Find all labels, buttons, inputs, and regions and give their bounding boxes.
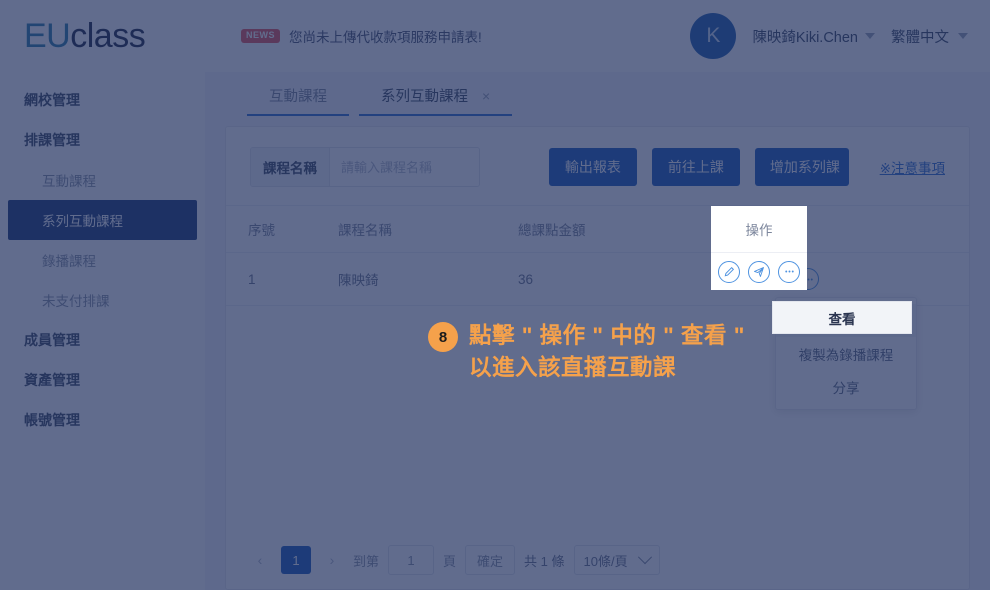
sidebar-item-school-management[interactable]: 網校管理 xyxy=(0,80,205,120)
table-head: 序號 課程名稱 總課點金額 操作 xyxy=(226,205,969,253)
page-size-label: 10條/頁 xyxy=(583,553,628,569)
sidebar-item-label: 成員管理 xyxy=(24,332,80,348)
page-unit-label: 頁 xyxy=(443,553,457,569)
table-header-row: 序號 課程名稱 總課點金額 操作 xyxy=(226,205,969,253)
edit-pencil-icon[interactable] xyxy=(718,260,740,283)
tab-bar: 互動課程 系列互動課程 × xyxy=(225,72,970,116)
news-banner[interactable]: NEWS 您尚未上傳代收款項服務申請表! xyxy=(241,26,482,46)
tab-interactive-course[interactable]: 互動課程 xyxy=(247,85,349,116)
sidebar-item-asset-management[interactable]: 資產管理 xyxy=(0,360,205,400)
chevron-down-icon xyxy=(958,33,968,39)
spotlight-operation-column[interactable]: 操作 xyxy=(711,206,807,290)
user-menu[interactable]: 陳映錡Kiki.Chen xyxy=(752,26,875,47)
tutorial-annotation: 8 點擊 " 操作 " 中的 " 查看 " 以進入該直播互動課 xyxy=(428,320,745,384)
sidebar-item-recorded-course[interactable]: 錄播課程 xyxy=(0,240,205,280)
user-name-label: 陳映錡Kiki.Chen xyxy=(752,29,858,46)
export-report-button[interactable]: 輸出報表 xyxy=(548,148,637,186)
search-input[interactable] xyxy=(330,148,479,186)
sidebar-item-label: 排課管理 xyxy=(24,132,80,148)
menu-item-share[interactable]: 分享 xyxy=(776,370,916,403)
column-header-course-name: 課程名稱 xyxy=(338,205,518,253)
topbar: NEWS 您尚未上傳代收款項服務申請表! K 陳映錡Kiki.Chen 繁體中文 xyxy=(205,0,990,72)
tab-series-interactive-course[interactable]: 系列互動課程 × xyxy=(359,85,513,116)
application: EUclass 網校管理 排課管理 互動課程 系列互動課程 錄播課程 未支付排課… xyxy=(0,0,990,590)
menu-item-copy-to-recorded[interactable]: 複製為錄播課程 xyxy=(776,337,916,370)
language-label: 繁體中文 xyxy=(891,29,949,46)
sidebar-item-label: 錄播課程 xyxy=(42,254,96,269)
column-header-total-points: 總課點金額 xyxy=(518,205,728,253)
course-name-field: 課程名稱 xyxy=(250,147,480,187)
column-header-no: 序號 xyxy=(226,205,338,253)
spotlight-operation-icons xyxy=(711,253,807,290)
sidebar-item-series-interactive-course[interactable]: 系列互動課程 xyxy=(8,200,197,240)
cell-course-name: 陳映錡 xyxy=(338,252,518,306)
sidebar-item-label: 系列互動課程 xyxy=(42,214,123,229)
topbar-right: K 陳映錡Kiki.Chen 繁體中文 xyxy=(690,13,968,59)
cell-total-points: 36 xyxy=(518,252,728,306)
send-paper-plane-icon[interactable] xyxy=(748,260,770,283)
jump-page-input[interactable]: 1 xyxy=(388,545,435,575)
spotlight-operation-header: 操作 xyxy=(711,206,807,253)
step-badge: 8 xyxy=(428,322,458,352)
news-badge: NEWS xyxy=(241,29,280,43)
go-to-class-button[interactable]: 前往上課 xyxy=(651,148,740,186)
next-page-button[interactable]: › xyxy=(320,547,344,573)
jump-to-label: 到第 xyxy=(353,553,380,569)
sidebar-item-label: 互動課程 xyxy=(42,174,96,189)
app-logo[interactable]: EUclass xyxy=(0,0,205,72)
page-number-1[interactable]: 1 xyxy=(281,546,311,574)
page-size-select[interactable]: 10條/頁 xyxy=(573,545,660,575)
language-selector[interactable]: 繁體中文 xyxy=(891,26,968,47)
confirm-jump-button[interactable]: 確定 xyxy=(465,545,516,575)
filter-toolbar: 課程名稱 輸出報表 前往上課 增加系列課 ※注意事項 xyxy=(226,127,969,187)
close-icon[interactable]: × xyxy=(482,89,490,103)
sidebar-item-account-management[interactable]: 帳號管理 xyxy=(0,400,205,440)
sidebar-item-interactive-course[interactable]: 互動課程 xyxy=(0,160,205,200)
more-ellipsis-icon[interactable] xyxy=(778,260,800,283)
annotation-text: 點擊 " 操作 " 中的 " 查看 " 以進入該直播互動課 xyxy=(469,323,745,380)
avatar-initial: K xyxy=(706,24,721,47)
cell-no: 1 xyxy=(226,252,338,306)
sidebar-item-label: 帳號管理 xyxy=(24,412,80,428)
chevron-down-icon xyxy=(637,550,652,565)
sidebar-item-member-management[interactable]: 成員管理 xyxy=(0,320,205,360)
sidebar: EUclass 網校管理 排課管理 互動課程 系列互動課程 錄播課程 未支付排課… xyxy=(0,0,206,590)
news-text: 您尚未上傳代收款項服務申請表! xyxy=(289,30,482,45)
spotlight-view-menu-item[interactable]: 查看 xyxy=(772,301,912,334)
column-header-spacer xyxy=(828,205,969,253)
sidebar-item-unpaid-schedule[interactable]: 未支付排課 xyxy=(0,280,205,320)
logo-class-text: class xyxy=(70,16,146,55)
sidebar-item-label: 網校管理 xyxy=(24,92,80,108)
avatar[interactable]: K xyxy=(690,13,737,59)
logo-eu-text: EU xyxy=(24,16,71,55)
chevron-down-icon xyxy=(865,33,875,39)
course-name-label: 課程名稱 xyxy=(251,148,330,186)
sidebar-item-label: 資產管理 xyxy=(24,372,80,388)
total-count-label: 共 1 條 xyxy=(524,553,565,569)
tab-label: 系列互動課程 xyxy=(381,89,468,105)
pagination: ‹ 1 › 到第 1 頁 確定 共 1 條 10條/頁 xyxy=(226,545,969,575)
sidebar-item-label: 未支付排課 xyxy=(42,294,110,309)
prev-page-button[interactable]: ‹ xyxy=(248,547,272,573)
notice-link[interactable]: ※注意事項 xyxy=(880,157,945,177)
sidebar-item-schedule-management[interactable]: 排課管理 xyxy=(0,120,205,160)
sidebar-nav: 網校管理 排課管理 互動課程 系列互動課程 錄播課程 未支付排課 成員管理 資產… xyxy=(0,72,205,440)
logo-text: EUclass xyxy=(24,16,146,56)
tab-label: 互動課程 xyxy=(269,89,327,105)
course-table: 序號 課程名稱 總課點金額 操作 1 陳映錡 36 xyxy=(226,205,969,306)
screen-root: EUclass 網校管理 排課管理 互動課程 系列互動課程 錄播課程 未支付排課… xyxy=(0,0,990,590)
add-series-course-button[interactable]: 增加系列課 xyxy=(754,148,849,186)
